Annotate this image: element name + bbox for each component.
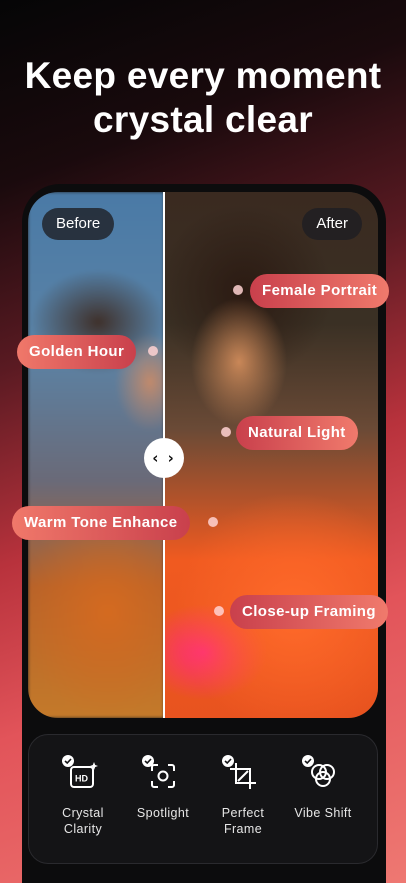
feature-label-line: Spotlight <box>136 806 190 820</box>
callout-close-up-framing: Close-up Framing <box>230 595 388 629</box>
callout-female-portrait: Female Portrait <box>250 274 390 308</box>
svg-text:HD: HD <box>75 774 88 784</box>
callout-dot <box>148 346 158 356</box>
check-icon <box>142 755 154 767</box>
check-icon <box>222 755 234 767</box>
callout-dot <box>214 606 224 616</box>
before-after-comparison[interactable]: ‹ › Before After <box>28 192 378 718</box>
callout-warm-tone-enhance: Warm Tone Enhance <box>12 506 190 540</box>
feature-crystal-clarity[interactable]: HD Crystal Clarity <box>43 755 123 837</box>
callout-golden-hour: Golden Hour <box>17 335 137 369</box>
after-label: After <box>302 208 362 240</box>
feature-card: HD Crystal Clarity Spotlight Perfect Fra… <box>28 734 378 864</box>
check-icon <box>62 755 74 767</box>
check-icon <box>302 755 314 767</box>
hd-sparkle-icon: HD <box>62 755 100 793</box>
focus-target-icon <box>142 755 180 793</box>
feature-label-line: Crystal <box>62 806 104 820</box>
feature-label-line: Clarity <box>63 822 103 836</box>
before-label: Before <box>42 208 115 240</box>
headline: Keep every moment crystal clear <box>0 54 406 142</box>
feature-spotlight[interactable]: Spotlight <box>123 755 203 821</box>
feature-label-line: Vibe Shift <box>294 806 352 820</box>
callout-natural-light: Natural Light <box>236 416 358 450</box>
callout-dot <box>208 517 218 527</box>
color-circles-icon <box>302 755 340 793</box>
feature-label-line: Perfect <box>221 806 265 820</box>
feature-label-line: Frame <box>223 822 263 836</box>
feature-perfect-frame[interactable]: Perfect Frame <box>203 755 283 837</box>
after-photo <box>164 192 378 718</box>
headline-line-2: crystal clear <box>93 99 313 140</box>
callout-dot <box>221 427 231 437</box>
feature-vibe-shift[interactable]: Vibe Shift <box>283 755 363 821</box>
headline-line-1: Keep every moment <box>24 55 382 96</box>
crop-frame-icon <box>222 755 260 793</box>
callout-dot <box>233 285 243 295</box>
comparison-slider-handle[interactable]: ‹ › <box>144 438 184 478</box>
